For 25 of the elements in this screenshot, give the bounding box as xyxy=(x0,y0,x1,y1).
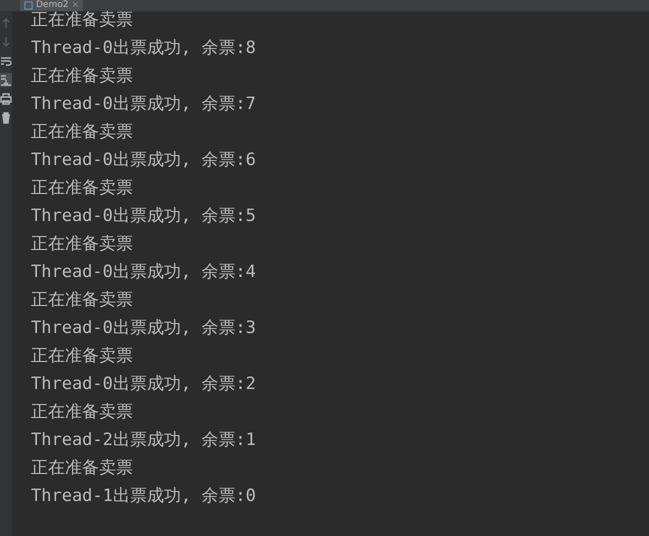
editor-tab[interactable]: Demo2 × xyxy=(20,0,84,11)
console-line: 正在准备卖票 xyxy=(31,121,134,144)
console-line: Thread-0出票成功, 余票:3 xyxy=(31,317,256,340)
console-line: Thread-0出票成功, 余票:5 xyxy=(31,205,256,228)
console-line: Thread-0出票成功, 余票:4 xyxy=(31,261,256,284)
file-icon xyxy=(24,1,33,10)
close-icon[interactable]: × xyxy=(71,0,80,11)
console-line: 正在准备卖票 xyxy=(31,345,134,368)
console-line: 正在准备卖票 xyxy=(31,65,134,88)
tab-label: Demo2 xyxy=(36,0,68,11)
printer-icon[interactable] xyxy=(0,92,12,106)
console-line: Thread-0出票成功, 余票:7 xyxy=(31,93,256,116)
console-line: 正在准备卖票 xyxy=(31,289,134,312)
console-line: 正在准备卖票 xyxy=(31,401,134,424)
scroll-to-end-icon[interactable] xyxy=(0,73,12,87)
console-line: Thread-0出票成功, 余票:6 xyxy=(31,149,256,172)
console-line: Thread-2出票成功, 余票:1 xyxy=(31,429,256,452)
console-line: Thread-1出票成功, 余票:0 xyxy=(31,485,256,508)
console-line: 正在准备卖票 xyxy=(31,177,134,200)
console-line: 正在准备卖票 xyxy=(31,9,134,32)
trash-icon[interactable] xyxy=(0,111,12,125)
console-line: 正在准备卖票 xyxy=(31,457,134,480)
console-line: 正在准备卖票 xyxy=(31,233,134,256)
console-line: Thread-0出票成功, 余票:8 xyxy=(31,37,256,60)
console-line: Thread-0出票成功, 余票:2 xyxy=(31,373,256,396)
